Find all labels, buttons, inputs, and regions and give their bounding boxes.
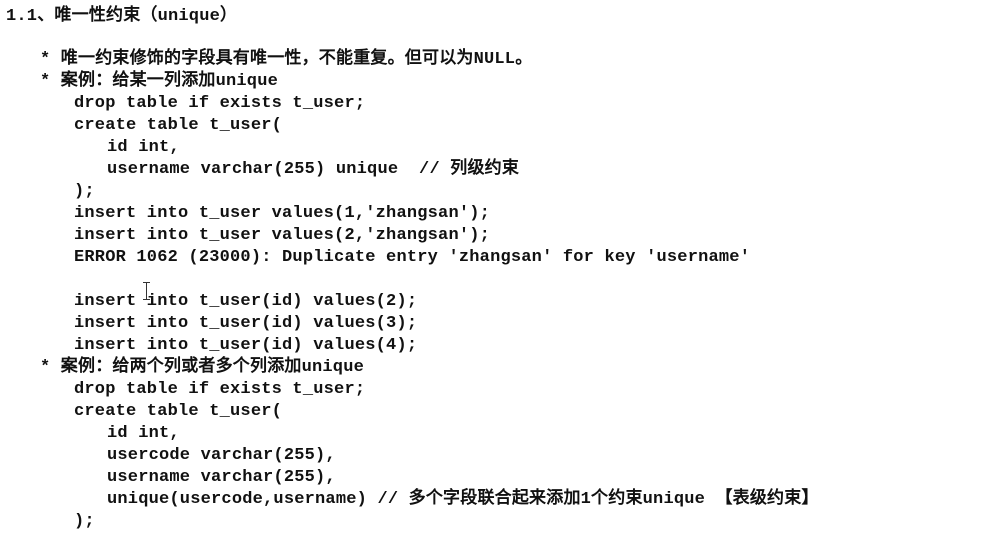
code-line: create table t_user( — [74, 402, 283, 421]
text-cursor-icon — [143, 282, 151, 300]
code-line: usercode varchar(255), — [107, 446, 336, 465]
document-page: 1.1、唯一性约束（unique） * 唯一约束修饰的字段具有唯一性，不能重复。… — [0, 0, 996, 540]
code-line: unique(usercode,username) // 多个字段联合起来添加1… — [107, 490, 819, 509]
code-line: insert into t_user(id) values(4); — [74, 336, 418, 355]
code-line: ); — [74, 182, 95, 201]
code-line: id int, — [107, 424, 180, 443]
code-line: insert into t_user values(2,'zhangsan'); — [74, 226, 491, 245]
code-line: drop table if exists t_user; — [74, 380, 366, 399]
section-heading: 1.1、唯一性约束（unique） — [6, 7, 238, 26]
code-line: insert into t_user(id) values(2); — [74, 292, 418, 311]
bullet-unique-description: * 唯一约束修饰的字段具有唯一性，不能重复。但可以为NULL。 — [40, 50, 533, 69]
bullet-example-multi-column: * 案例：给两个列或者多个列添加unique — [40, 358, 365, 377]
bullet-example-single-column: * 案例：给某一列添加unique — [40, 72, 279, 91]
code-line: insert into t_user values(1,'zhangsan'); — [74, 204, 491, 223]
code-line: create table t_user( — [74, 116, 283, 135]
error-message-line: ERROR 1062 (23000): Duplicate entry 'zha… — [74, 248, 751, 267]
code-line: ); — [74, 512, 95, 531]
code-line: drop table if exists t_user; — [74, 94, 366, 113]
code-line: username varchar(255) unique // 列级约束 — [107, 160, 520, 179]
code-line: id int, — [107, 138, 180, 157]
code-line: insert into t_user(id) values(3); — [74, 314, 418, 333]
code-line: username varchar(255), — [107, 468, 336, 487]
